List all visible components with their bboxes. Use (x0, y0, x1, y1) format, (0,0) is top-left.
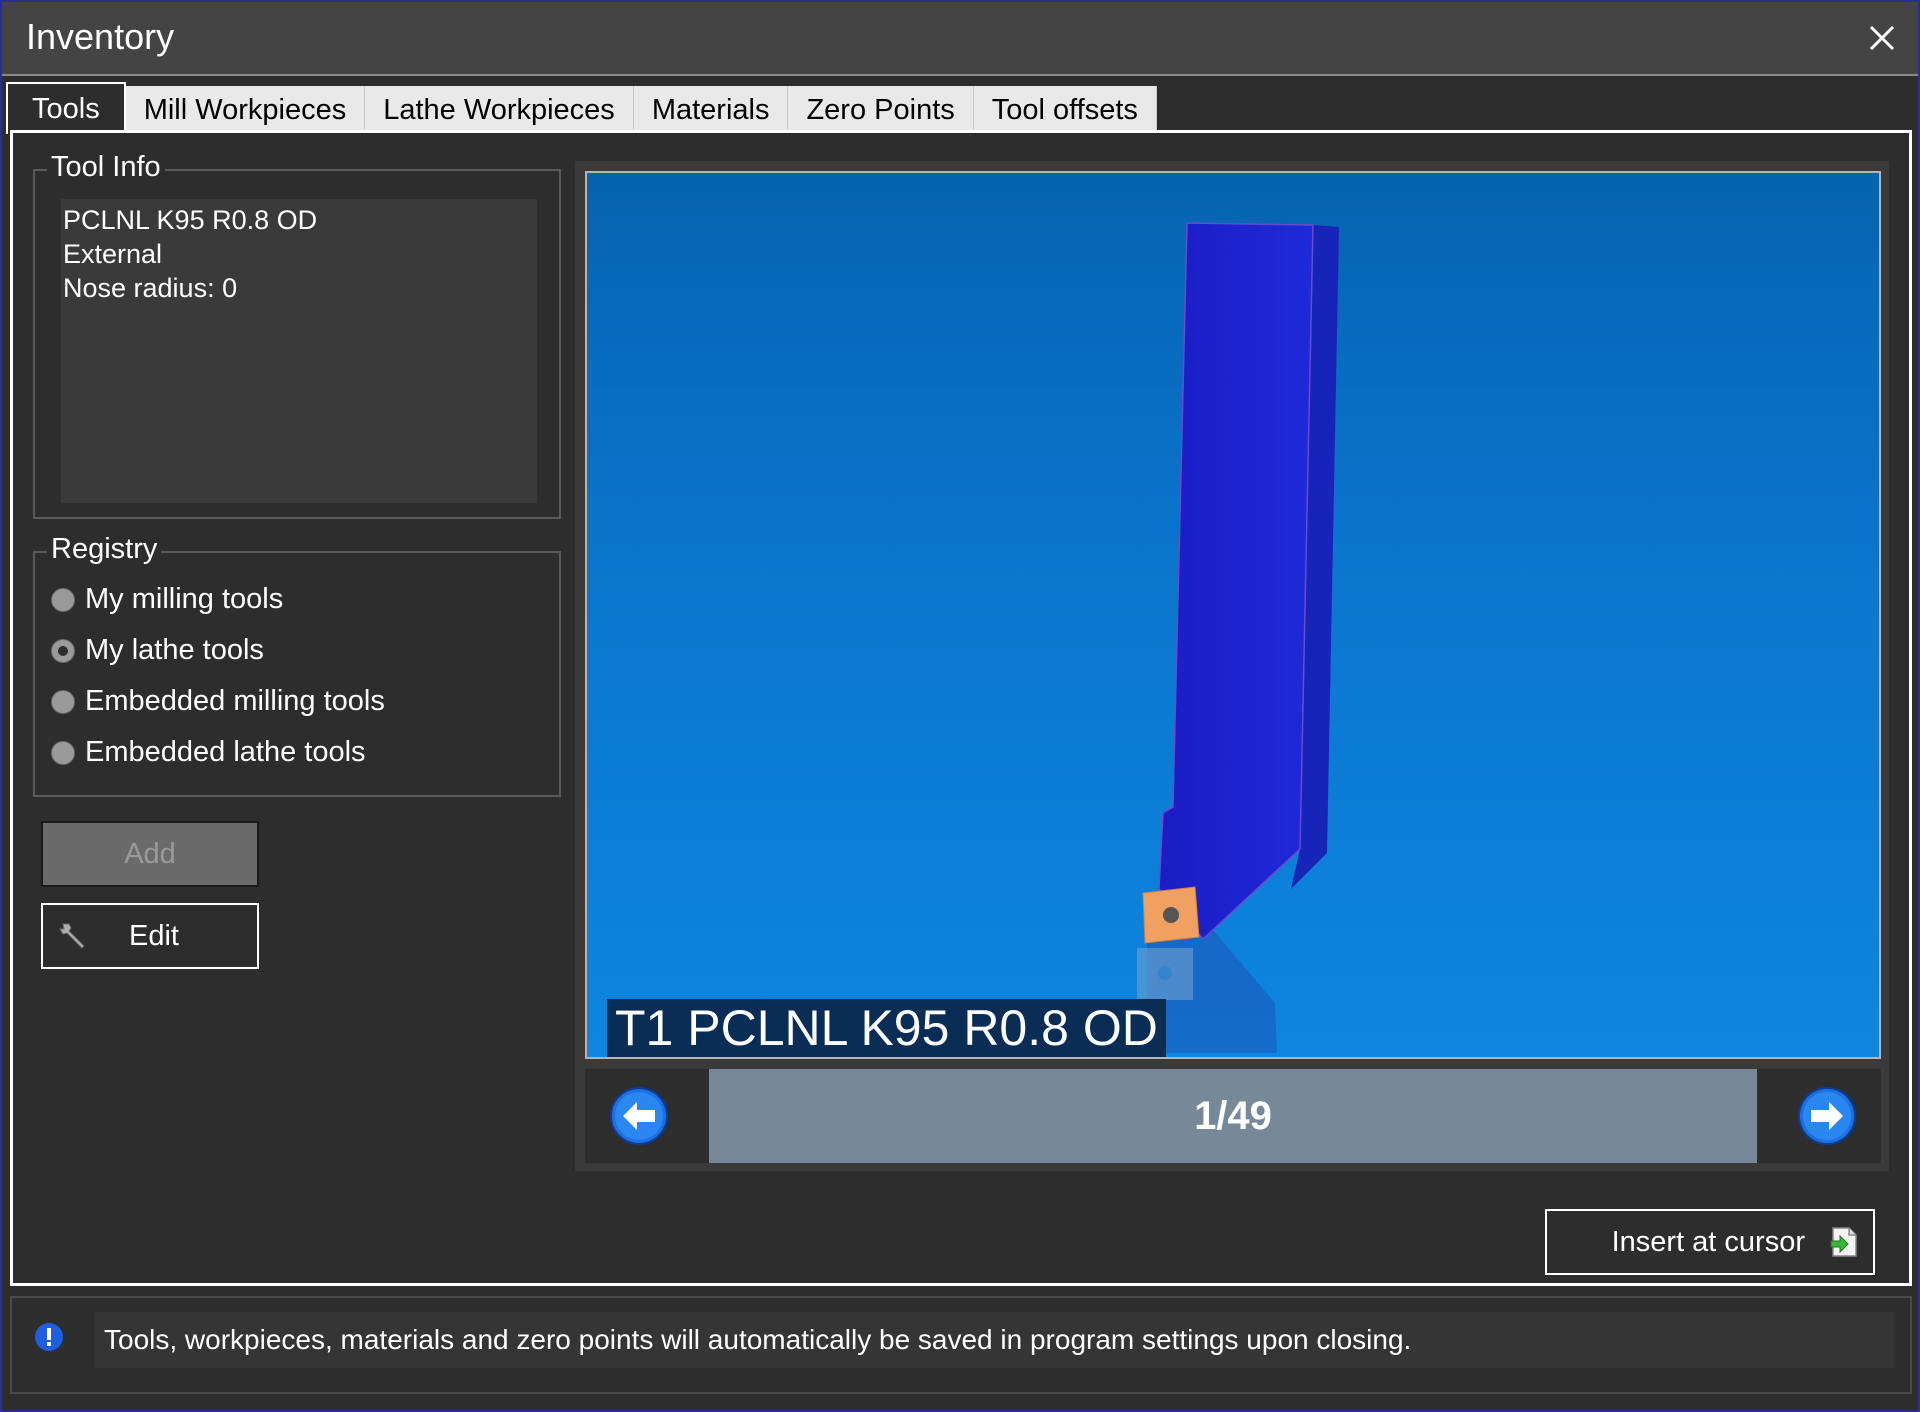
tab-label: Tools (32, 92, 100, 125)
tab-tools[interactable]: Tools (6, 82, 126, 134)
title-bar: Inventory (2, 2, 1918, 76)
tab-bar: Tools Mill Workpieces Lathe Workpieces M… (6, 82, 1157, 134)
tab-label: Mill Workpieces (143, 93, 347, 126)
tool-info-line: External (63, 239, 163, 269)
tab-mill-workpieces[interactable]: Mill Workpieces (125, 86, 366, 134)
radio-my-milling-tools[interactable]: My milling tools (51, 583, 283, 616)
arrow-left-icon (610, 1087, 668, 1145)
close-icon (1869, 25, 1895, 51)
insert-at-cursor-button[interactable]: Insert at cursor (1545, 1209, 1875, 1275)
registry-group: Registry My milling tools My lathe tools… (33, 533, 561, 797)
add-button[interactable]: Add (41, 821, 259, 887)
status-bar: Tools, workpieces, materials and zero po… (10, 1296, 1912, 1394)
add-button-label: Add (124, 837, 176, 870)
tool-3d-viewport[interactable]: T1 PCLNL K95 R0.8 OD (585, 171, 1881, 1059)
radio-embedded-lathe-tools[interactable]: Embedded lathe tools (51, 736, 366, 769)
tool-info-line: Nose radius: 0 (63, 273, 238, 303)
next-button[interactable] (1797, 1086, 1857, 1146)
tab-label: Zero Points (806, 93, 955, 126)
tab-lathe-workpieces[interactable]: Lathe Workpieces (365, 86, 634, 134)
tab-zero-points[interactable]: Zero Points (788, 86, 974, 134)
tool-info-title: Tool Info (47, 151, 165, 184)
tab-tool-offsets[interactable]: Tool offsets (973, 86, 1157, 134)
edit-button[interactable]: Edit (41, 903, 259, 969)
page-counter: 1/49 (709, 1069, 1757, 1163)
tool-caption: T1 PCLNL K95 R0.8 OD (607, 999, 1166, 1057)
arrow-right-icon (1798, 1087, 1856, 1145)
window-title: Inventory (26, 16, 175, 57)
tab-label: Lathe Workpieces (383, 93, 615, 126)
tab-label: Tool offsets (991, 93, 1138, 126)
radio-my-lathe-tools[interactable]: My lathe tools (51, 634, 264, 667)
insert-button-label: Insert at cursor (1611, 1225, 1805, 1258)
radio-dot (58, 645, 68, 656)
wrench-icon (59, 923, 85, 949)
tool-preview-panel: T1 PCLNL K95 R0.8 OD 1/49 (575, 161, 1889, 1171)
radio-label: Embedded lathe tools (85, 736, 366, 768)
radio-button[interactable] (51, 587, 75, 612)
preview-nav-bar: 1/49 (585, 1069, 1881, 1163)
radio-button[interactable] (51, 740, 75, 765)
tool-info-text: PCLNL K95 R0.8 OD External Nose radius: … (61, 199, 537, 503)
radio-embedded-milling-tools[interactable]: Embedded milling tools (51, 685, 385, 718)
inventory-window: Inventory Tools Mill Workpieces Lathe Wo… (0, 0, 1920, 1412)
insert-document-icon (1830, 1227, 1857, 1257)
close-button[interactable] (1860, 16, 1904, 60)
tab-content: Tool Info PCLNL K95 R0.8 OD External Nos… (10, 130, 1912, 1286)
tool-model (1137, 222, 1339, 1053)
tool-info-line: PCLNL K95 R0.8 OD (63, 205, 318, 235)
radio-label: My lathe tools (85, 634, 264, 666)
radio-button[interactable] (51, 689, 75, 714)
previous-button[interactable] (609, 1086, 669, 1146)
info-icon (35, 1323, 63, 1351)
tab-label: Materials (651, 93, 770, 126)
edit-button-label: Edit (129, 919, 179, 952)
tool-info-group: Tool Info PCLNL K95 R0.8 OD External Nos… (33, 151, 561, 519)
registry-title: Registry (47, 533, 162, 566)
status-message: Tools, workpieces, materials and zero po… (94, 1312, 1894, 1368)
tab-materials[interactable]: Materials (633, 86, 789, 134)
radio-label: My milling tools (85, 583, 284, 615)
radio-button-selected[interactable] (51, 638, 75, 663)
radio-label: Embedded milling tools (85, 685, 385, 717)
